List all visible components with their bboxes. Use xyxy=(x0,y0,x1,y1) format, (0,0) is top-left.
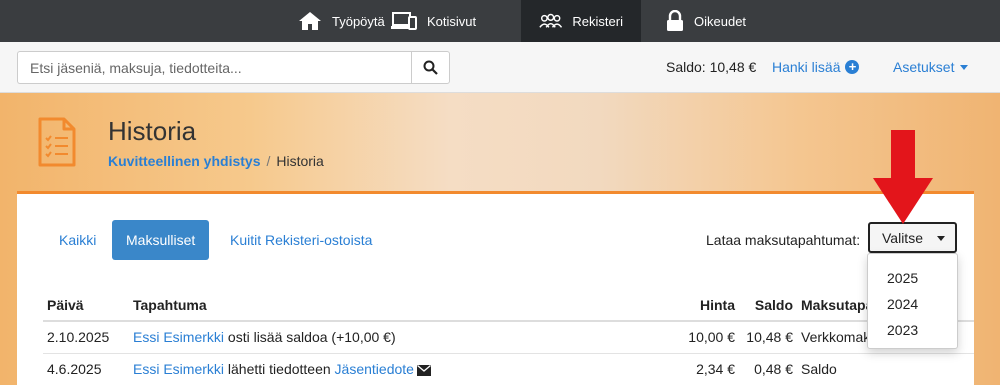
breadcrumb-org-link[interactable]: Kuvitteellinen yhdistys xyxy=(108,153,260,169)
devices-icon xyxy=(391,12,417,30)
menu-item-2025[interactable]: 2025 xyxy=(868,265,957,291)
cell-date: 4.6.2025 xyxy=(43,353,129,385)
settings-dropdown[interactable]: Asetukset xyxy=(893,59,969,75)
table-header-row: Päivä Tapahtuma Hinta Saldo Maksutapa xyxy=(43,289,974,322)
home-icon xyxy=(299,12,321,30)
cell-event: Essi Esimerkki osti lisää saldoa (+10,00… xyxy=(129,321,677,354)
cell-date: 2.10.2025 xyxy=(43,321,129,354)
caret-down-icon xyxy=(960,64,969,70)
envelope-icon xyxy=(416,364,431,376)
breadcrumb: Kuvitteellinen yhdistys / Historia xyxy=(108,153,324,169)
cell-balance: 0,48 € xyxy=(739,353,797,385)
cell-method: Saldo xyxy=(797,353,974,385)
column-header-price[interactable]: Hinta xyxy=(677,289,739,322)
plus-circle-icon: + xyxy=(845,60,860,74)
menu-item-2024[interactable]: 2024 xyxy=(868,291,957,317)
tab-kaikki[interactable]: Kaikki xyxy=(45,220,110,260)
table-row: 4.6.2025 Essi Esimerkki lähetti tiedotte… xyxy=(43,353,974,385)
cell-price: 10,00 € xyxy=(677,321,739,354)
search-toolbar: Saldo: 10,48 € Hanki lisää + Asetukset xyxy=(0,42,1000,93)
breadcrumb-current: Historia xyxy=(276,153,324,169)
member-link[interactable]: Essi Esimerkki xyxy=(133,329,224,345)
caret-down-icon xyxy=(937,236,945,241)
nav-label: Rekisteri xyxy=(572,13,623,29)
history-table: Päivä Tapahtuma Hinta Saldo Maksutapa 2.… xyxy=(43,289,974,385)
nav-label: Kotisivut xyxy=(427,13,477,29)
menu-item-2023[interactable]: 2023 xyxy=(868,317,957,343)
red-arrow-annotation xyxy=(873,130,933,224)
event-text: osti lisää saldoa (+10,00 €) xyxy=(227,329,396,346)
tab-kuitit[interactable]: Kuitit Rekisteri-ostoista xyxy=(216,220,386,260)
download-year-select[interactable]: Valitse xyxy=(868,222,957,253)
search-input[interactable] xyxy=(17,51,411,84)
download-label: Lataa maksutapahtumat: xyxy=(706,232,861,248)
event-text: lähetti tiedotteen xyxy=(227,361,331,377)
breadcrumb-separator: / xyxy=(266,153,271,169)
cell-balance: 10,48 € xyxy=(739,321,797,354)
nav-label: Oikeudet xyxy=(694,13,747,29)
nav-item-oikeudet[interactable]: Oikeudet xyxy=(648,0,764,42)
lock-icon xyxy=(667,10,683,31)
get-more-label: Hanki lisää xyxy=(772,59,841,75)
tab-maksulliset[interactable]: Maksulliset xyxy=(112,220,210,260)
people-icon xyxy=(539,13,563,28)
get-more-link[interactable]: Hanki lisää + xyxy=(772,59,860,75)
member-link[interactable]: Essi Esimerkki xyxy=(133,361,224,377)
checklist-document-icon xyxy=(38,117,76,167)
history-card: Kaikki Maksulliset Kuitit Rekisteri-osto… xyxy=(17,191,974,385)
search-icon xyxy=(423,60,438,75)
column-header-event[interactable]: Tapahtuma xyxy=(129,289,677,322)
nav-item-rekisteri[interactable]: Rekisteri xyxy=(521,0,641,42)
column-header-date[interactable]: Päivä xyxy=(43,289,129,322)
select-value: Valitse xyxy=(882,229,923,246)
column-header-balance[interactable]: Saldo xyxy=(739,289,797,322)
settings-label: Asetukset xyxy=(893,59,955,75)
cell-price: 2,34 € xyxy=(677,353,739,385)
page-title: Historia xyxy=(108,116,197,146)
nav-item-kotisivut[interactable]: Kotisivut xyxy=(373,0,494,42)
newsletter-link[interactable]: Jäsentiedote xyxy=(335,361,414,377)
table-row: 2.10.2025 Essi Esimerkki osti lisää sald… xyxy=(43,321,974,354)
year-dropdown-menu: 2025 2024 2023 xyxy=(867,253,958,349)
balance-text: Saldo: 10,48 € xyxy=(666,59,757,75)
top-navigation: Työpöytä Kotisivut Rekisteri Oikeudet xyxy=(0,0,1000,42)
cell-event: Essi Esimerkki lähetti tiedotteen Jäsent… xyxy=(129,353,677,385)
search-button[interactable] xyxy=(411,51,450,84)
